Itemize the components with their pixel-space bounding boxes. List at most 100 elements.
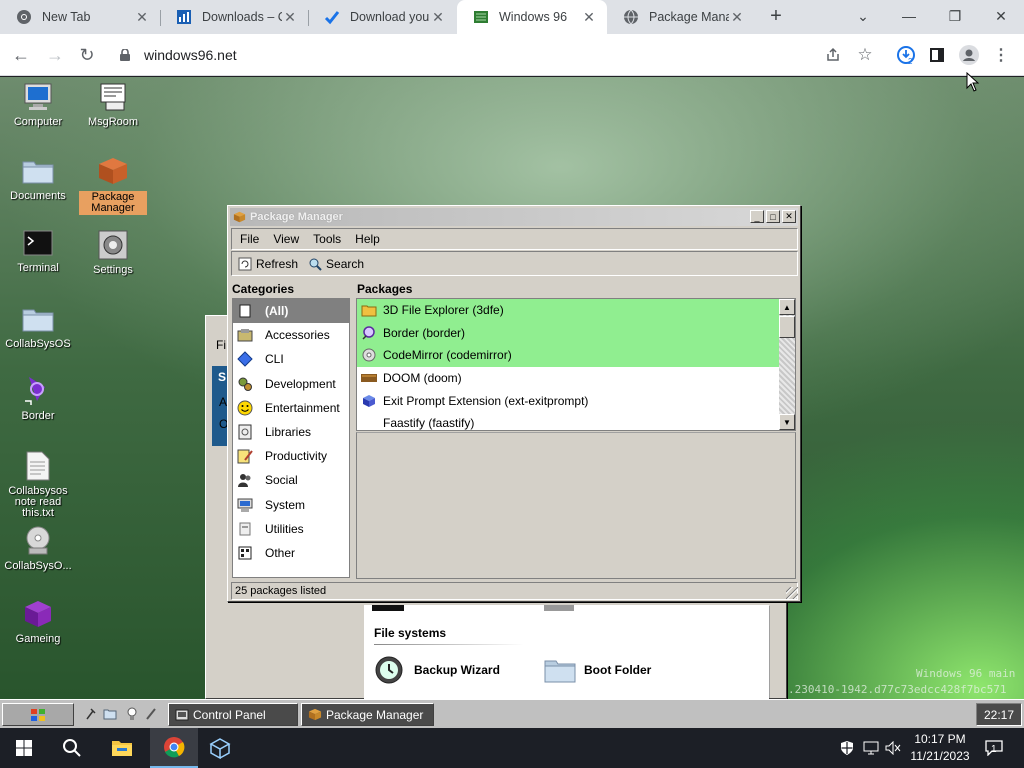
desktop-icon-note-txt[interactable]: Collabsysos note read this.txt <box>0 450 76 519</box>
reload-button[interactable]: ↻ <box>72 40 102 70</box>
category-cli[interactable]: CLI <box>233 347 349 371</box>
refresh-button[interactable]: Refresh <box>238 257 298 271</box>
tab-downloads[interactable]: Downloads – C ✕ <box>160 0 308 34</box>
close-tab-icon[interactable]: ✕ <box>282 9 298 25</box>
tab-windows-96[interactable]: Windows 96 ✕ <box>457 0 607 34</box>
resize-grip[interactable] <box>786 587 798 599</box>
chrome-menu-icon[interactable]: ⋮ <box>986 40 1016 70</box>
address-bar[interactable]: windows96.net <box>108 39 878 71</box>
scroll-down-arrow-icon[interactable]: ▼ <box>779 414 795 430</box>
desktop-icon-computer[interactable]: Computer <box>0 81 76 128</box>
category-all[interactable]: (All) <box>233 299 349 324</box>
search-button[interactable]: Search <box>308 257 364 271</box>
volume-muted-icon[interactable] <box>884 738 902 758</box>
minimize-button[interactable]: _ <box>750 210 764 223</box>
desktop-icon-collabsyso-shortcut[interactable]: CollabSysO... <box>0 525 76 572</box>
quicklaunch-folder-icon[interactable] <box>103 707 117 721</box>
section-divider <box>374 644 524 645</box>
taskbar-search-button[interactable] <box>48 728 96 768</box>
category-libraries[interactable]: Libraries <box>233 420 349 444</box>
development-gears-icon <box>237 376 253 392</box>
msgroom-icon <box>96 81 130 113</box>
package-item-ext-exitprompt[interactable]: Exit Prompt Extension (ext-exitprompt) <box>357 389 779 412</box>
desktop-icon-gameing[interactable]: Gameing <box>0 598 76 645</box>
windows-start-button[interactable] <box>0 728 48 768</box>
tab-download-your[interactable]: Download your ✕ <box>308 0 456 34</box>
package-item-border[interactable]: Border (border) <box>357 321 779 345</box>
w96-start-button[interactable] <box>2 703 74 726</box>
back-button[interactable]: ← <box>6 40 36 70</box>
category-system[interactable]: System <box>233 493 349 517</box>
desktop-icon-terminal[interactable]: Terminal <box>0 227 76 274</box>
folder-icon <box>21 303 55 335</box>
scroll-up-arrow-icon[interactable]: ▲ <box>779 299 795 315</box>
maximize-button[interactable]: □ <box>766 210 780 223</box>
profile-avatar-icon[interactable] <box>954 40 984 70</box>
quicklaunch-lightbulb-icon[interactable] <box>125 707 139 721</box>
quicklaunch-pen-icon[interactable] <box>144 707 158 721</box>
category-entertainment[interactable]: Entertainment <box>233 396 349 420</box>
category-accessories[interactable]: Accessories <box>233 323 349 347</box>
package-label: CodeMirror (codemirror) <box>383 348 512 363</box>
taskbar-3d-app[interactable] <box>196 728 244 768</box>
tab-search-icon[interactable]: ⌄ <box>840 0 886 32</box>
folder-icon <box>361 302 377 318</box>
category-other[interactable]: Other <box>233 541 349 565</box>
backup-wizard-item[interactable]: Backup Wizard <box>374 655 500 685</box>
close-button[interactable]: ✕ <box>782 210 796 223</box>
package-manager-window[interactable]: Package Manager _ □ ✕ File View Tools He… <box>227 205 801 602</box>
category-utilities[interactable]: Utilities <box>233 517 349 541</box>
desktop-icon-documents[interactable]: Documents <box>0 155 76 202</box>
package-list-scrollbar[interactable]: ▲ ▼ <box>779 299 795 430</box>
close-tab-icon[interactable]: ✕ <box>729 9 745 25</box>
boot-folder-item[interactable]: Boot Folder <box>544 657 651 683</box>
taskbar-file-explorer[interactable] <box>98 728 146 768</box>
package-item-3dfe[interactable]: 3D File Explorer (3dfe) <box>357 299 779 322</box>
menu-help[interactable]: Help <box>355 232 380 246</box>
lock-icon[interactable] <box>118 49 132 61</box>
control-panel-menu-fragment[interactable]: Fi <box>216 338 226 352</box>
taskbar-package-manager[interactable]: Package Manager <box>301 703 434 726</box>
side-panel-icon[interactable] <box>922 40 952 70</box>
category-social[interactable]: Social <box>233 468 349 492</box>
package-item-doom[interactable]: DOOM (doom) <box>357 367 779 390</box>
close-tab-icon[interactable]: ✕ <box>430 9 446 25</box>
package-item-faastify[interactable]: Faastify (faastify) <box>357 412 779 430</box>
downloads-toolbar-icon[interactable]: 2 <box>891 40 921 70</box>
taskbar-control-panel[interactable]: Control Panel <box>168 703 298 726</box>
w96-clock: 22:17 <box>976 703 1022 726</box>
windows-logo-icon <box>30 708 46 722</box>
tab-package-manager[interactable]: Package Manag ✕ <box>607 0 755 34</box>
control-panel-scrollbar[interactable] <box>769 606 785 698</box>
close-tab-icon[interactable]: ✕ <box>134 9 150 25</box>
restore-button[interactable]: ❐ <box>932 0 978 32</box>
window-titlebar[interactable]: Package Manager _ □ ✕ <box>230 208 798 226</box>
package-item-codemirror[interactable]: CodeMirror (codemirror) <box>357 344 779 367</box>
menu-file[interactable]: File <box>240 232 259 246</box>
taskbar-chrome[interactable] <box>150 728 198 768</box>
category-development[interactable]: Development <box>233 372 349 396</box>
desktop-icon-msgroom[interactable]: MsgRoom <box>75 81 151 128</box>
share-icon[interactable] <box>818 40 848 70</box>
desktop-icon-border[interactable]: Border <box>0 375 76 422</box>
menu-view[interactable]: View <box>273 232 299 246</box>
notifications-icon[interactable]: 1 <box>982 738 1006 758</box>
security-shield-icon[interactable] <box>838 738 856 758</box>
desktop-icon-settings[interactable]: Settings <box>75 229 151 276</box>
scroll-thumb[interactable] <box>779 316 795 338</box>
close-tab-icon[interactable]: ✕ <box>581 9 597 25</box>
forward-button[interactable]: → <box>40 40 70 70</box>
system-clock[interactable]: 10:17 PM 11/21/2023 <box>908 731 972 765</box>
network-icon[interactable] <box>862 738 880 758</box>
bookmark-star-icon[interactable]: ☆ <box>850 40 880 70</box>
quicklaunch-tool-icon[interactable] <box>84 707 98 721</box>
close-window-button[interactable]: ✕ <box>978 0 1024 32</box>
tab-new-tab[interactable]: New Tab ✕ <box>0 0 160 34</box>
folder-icon <box>544 657 576 683</box>
desktop-icon-package-manager[interactable]: Package Manager <box>75 155 151 215</box>
desktop-icon-collabsysos[interactable]: CollabSysOS <box>0 303 76 350</box>
new-tab-button[interactable]: + <box>758 0 794 32</box>
minimize-button[interactable]: — <box>886 0 932 32</box>
menu-tools[interactable]: Tools <box>313 232 341 246</box>
category-productivity[interactable]: Productivity <box>233 444 349 468</box>
